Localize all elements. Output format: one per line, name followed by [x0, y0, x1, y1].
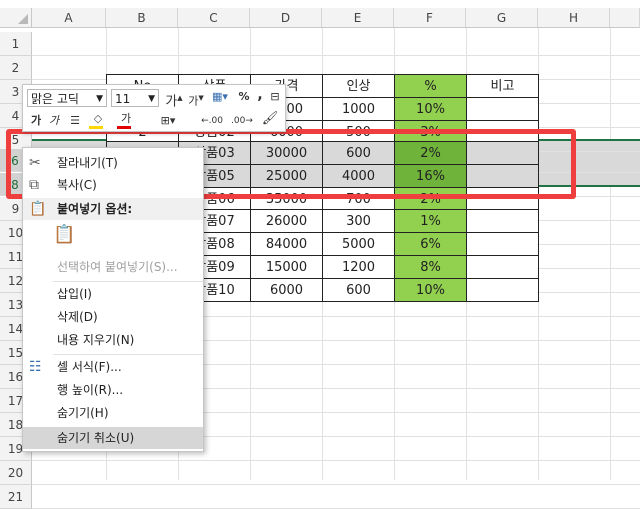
row-header-21[interactable]: 21: [0, 485, 32, 509]
bold-button[interactable]: 가: [29, 113, 43, 129]
table-cell[interactable]: [466, 278, 539, 302]
chevron-down-icon[interactable]: ▼: [148, 90, 155, 108]
menu-item-row-height[interactable]: 행 높이(R)...: [23, 379, 203, 401]
menu-item-paste-special: 선택하여 붙여넣기(S)...: [57, 260, 178, 274]
increase-decimal-icon[interactable]: ←.00: [199, 113, 225, 129]
merge-center-icon[interactable]: ⊟: [267, 89, 283, 105]
table-cell[interactable]: 10%: [394, 278, 467, 302]
chevron-down-icon[interactable]: ▼: [96, 90, 103, 108]
table-cell[interactable]: 6%: [394, 232, 467, 256]
font-color-icon[interactable]: 가: [115, 111, 137, 129]
mini-toolbar: 맑은 고딕 ▼ 11 ▼ 가▲ 가▼ ▦▾ % , ⊟ 가 가 ☰ ◇ 가 ⊞▾…: [22, 84, 286, 132]
paste-clipboard-icon[interactable]: 📋: [53, 224, 77, 250]
table-cell[interactable]: 10%: [394, 97, 467, 121]
scissors-icon: ✂: [29, 155, 41, 171]
row-header-1[interactable]: 1: [0, 32, 32, 56]
decrease-decimal-icon[interactable]: .00→: [229, 113, 255, 129]
increase-font-icon[interactable]: 가▲: [165, 90, 183, 110]
table-cell[interactable]: [466, 97, 539, 121]
table-header-cell[interactable]: 비고: [466, 74, 539, 98]
table-cell[interactable]: 15000: [250, 255, 323, 279]
table-cell[interactable]: [466, 255, 539, 279]
col-header-a[interactable]: A: [32, 8, 106, 28]
menu-item-unhide[interactable]: 숨기기 취소(U): [23, 427, 203, 449]
col-header-g[interactable]: G: [466, 8, 538, 28]
percent-button[interactable]: %: [237, 89, 251, 105]
table-cell[interactable]: 1000: [322, 97, 395, 121]
comma-button[interactable]: ,: [255, 87, 265, 103]
col-header-e[interactable]: E: [322, 8, 394, 28]
table-cell[interactable]: 1%: [394, 209, 467, 233]
align-center-icon[interactable]: ☰: [67, 113, 83, 129]
decrease-font-icon[interactable]: 가▼: [187, 90, 205, 110]
table-cell[interactable]: 1200: [322, 255, 395, 279]
table-cell[interactable]: 26000: [250, 209, 323, 233]
table-cell[interactable]: 5000: [322, 232, 395, 256]
table-cell[interactable]: [466, 232, 539, 256]
row-header-2[interactable]: 2: [0, 56, 32, 80]
menu-item-cut[interactable]: ✂ 잘라내기(T): [23, 152, 203, 174]
table-cell[interactable]: 8%: [394, 255, 467, 279]
col-header-b[interactable]: B: [106, 8, 178, 28]
table-cell[interactable]: [466, 209, 539, 233]
table-cell[interactable]: 84000: [250, 232, 323, 256]
accounting-format-icon[interactable]: ▦▾: [209, 89, 231, 105]
menu-item-copy[interactable]: ⧉ 복사(C): [23, 174, 203, 196]
menu-item-hide[interactable]: 숨기기(H): [23, 402, 203, 424]
table-header-cell[interactable]: %: [394, 74, 467, 98]
col-header-h[interactable]: H: [538, 8, 610, 28]
menu-item-paste-options: 📋 붙여넣기 옵션:: [23, 198, 203, 220]
font-color-glyph: 가: [120, 112, 132, 125]
menu-item-insert[interactable]: 삽입(I): [23, 283, 203, 305]
copy-icon: ⧉: [29, 177, 39, 193]
font-name-box[interactable]: 맑은 고딕 ▼: [27, 89, 107, 107]
table-cell[interactable]: 300: [322, 209, 395, 233]
menu-item-format-cells[interactable]: ☷ 셀 서식(F)...: [23, 356, 203, 378]
col-header-d[interactable]: D: [250, 8, 322, 28]
borders-icon[interactable]: ⊞▾: [159, 113, 177, 129]
col-header-f[interactable]: F: [394, 8, 466, 28]
row-header-20[interactable]: 20: [0, 461, 32, 485]
font-size-value: 11: [115, 92, 131, 106]
format-painter-icon[interactable]: 🖌: [261, 111, 279, 127]
fill-color-icon[interactable]: ◇: [87, 111, 109, 129]
italic-button[interactable]: 가: [47, 113, 61, 129]
menu-item-clear[interactable]: 내용 지우기(N): [23, 329, 203, 351]
select-all-corner[interactable]: [0, 8, 32, 28]
context-menu: ✂ 잘라내기(T) ⧉ 복사(C) 📋 붙여넣기 옵션: 📋 선택하여 붙여넣기…: [22, 147, 204, 452]
col-header-c[interactable]: C: [178, 8, 250, 28]
col-header-next[interactable]: [610, 8, 640, 28]
font-name-value: 맑은 고딕: [31, 92, 79, 106]
paste-icon: 📋: [29, 201, 47, 217]
menu-item-delete[interactable]: 삭제(D): [23, 306, 203, 328]
table-cell[interactable]: 600: [322, 278, 395, 302]
font-size-box[interactable]: 11 ▼: [111, 89, 159, 107]
table-cell[interactable]: 6000: [250, 278, 323, 302]
table-header-cell[interactable]: 인상: [322, 74, 395, 98]
ribbon-edge: [0, 0, 640, 8]
format-cells-icon: ☷: [29, 359, 42, 375]
